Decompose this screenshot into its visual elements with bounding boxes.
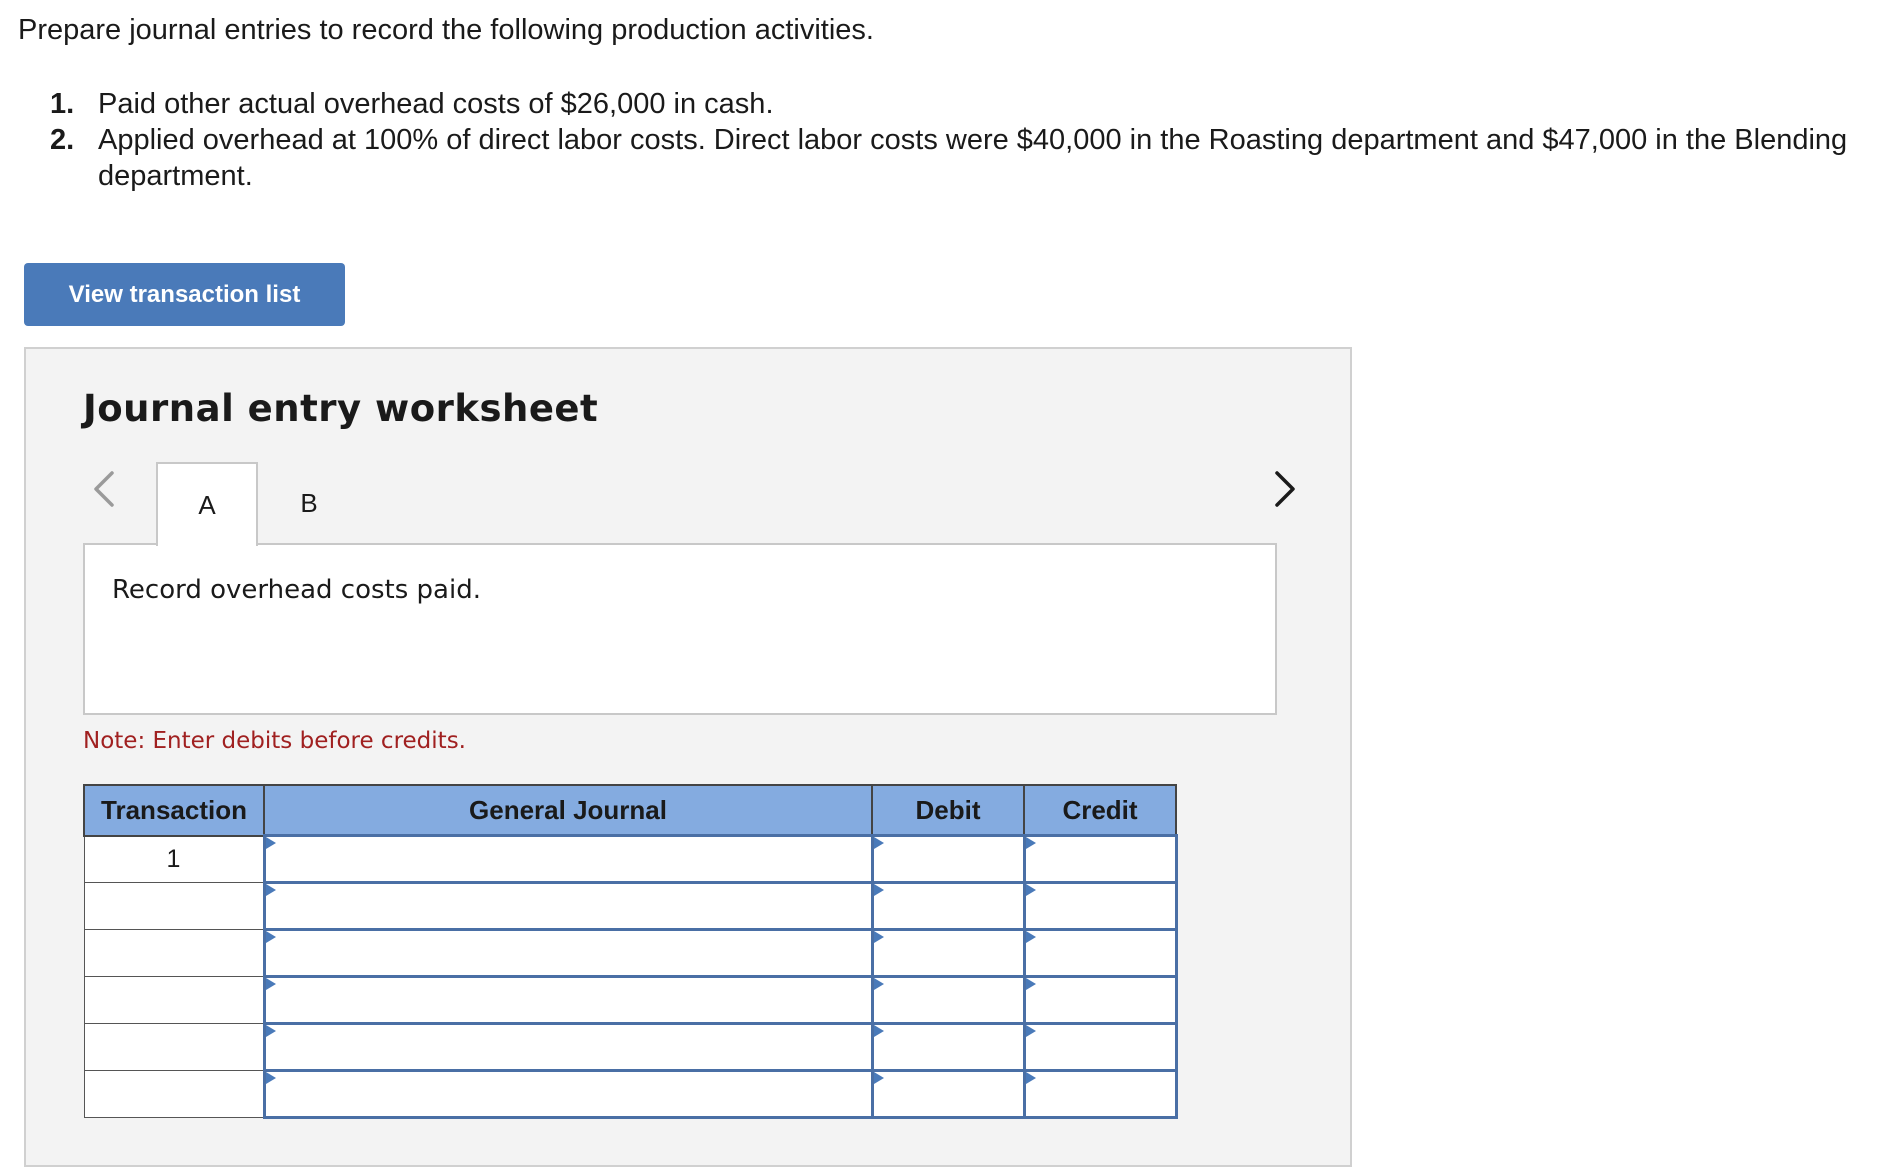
- transaction-cell: 1: [83, 835, 265, 883]
- debit-input[interactable]: [870, 834, 1026, 884]
- credit-input[interactable]: [1022, 1022, 1178, 1072]
- transaction-cell: [83, 976, 265, 1024]
- note-text: Note: Enter debits before credits.: [83, 728, 466, 754]
- journal-entry-worksheet: Journal entry worksheet A B Record overh…: [24, 347, 1352, 1167]
- problem-item: 2. Applied overhead at 100% of direct la…: [50, 122, 1880, 194]
- chevron-right-icon[interactable]: [1267, 467, 1303, 511]
- instructions-text: Prepare journal entries to record the fo…: [18, 14, 874, 46]
- credit-input[interactable]: [1022, 975, 1178, 1025]
- header-debit: Debit: [871, 784, 1025, 837]
- table-row: [83, 1069, 1178, 1119]
- debit-input[interactable]: [870, 928, 1026, 978]
- table-row: [83, 928, 1178, 978]
- problem-list: 1. Paid other actual overhead costs of $…: [50, 86, 1880, 194]
- journal-header-row: Transaction General Journal Debit Credit: [83, 784, 1177, 837]
- credit-input[interactable]: [1022, 1069, 1178, 1119]
- problem-number: 1.: [50, 88, 75, 120]
- general-journal-input[interactable]: [262, 975, 874, 1025]
- tab-a[interactable]: A: [156, 462, 258, 546]
- general-journal-input[interactable]: [262, 1022, 874, 1072]
- header-credit: Credit: [1023, 784, 1177, 837]
- transaction-cell: [83, 1070, 265, 1118]
- table-row: [83, 881, 1178, 931]
- general-journal-input[interactable]: [262, 881, 874, 931]
- transaction-cell: [83, 1023, 265, 1071]
- transaction-cell: [83, 882, 265, 930]
- transaction-description-box: Record overhead costs paid.: [83, 543, 1277, 715]
- journal-table: Transaction General Journal Debit Credit…: [83, 784, 1178, 1119]
- tab-b[interactable]: B: [284, 462, 334, 544]
- credit-input[interactable]: [1022, 881, 1178, 931]
- credit-input[interactable]: [1022, 834, 1178, 884]
- debit-input[interactable]: [870, 1022, 1026, 1072]
- problem-text: Paid other actual overhead costs of $26,…: [98, 88, 774, 120]
- general-journal-input[interactable]: [262, 834, 874, 884]
- general-journal-input[interactable]: [262, 1069, 874, 1119]
- problem-text: Applied overhead at 100% of direct labor…: [98, 124, 1848, 192]
- table-row: [83, 1022, 1178, 1072]
- table-row: [83, 975, 1178, 1025]
- problem-item: 1. Paid other actual overhead costs of $…: [50, 86, 1880, 122]
- transaction-cell: [83, 929, 265, 977]
- debit-input[interactable]: [870, 975, 1026, 1025]
- general-journal-input[interactable]: [262, 928, 874, 978]
- header-transaction: Transaction: [83, 784, 265, 837]
- credit-input[interactable]: [1022, 928, 1178, 978]
- debit-input[interactable]: [870, 881, 1026, 931]
- chevron-left-icon[interactable]: [86, 467, 122, 511]
- debit-input[interactable]: [870, 1069, 1026, 1119]
- problem-number: 2.: [50, 124, 75, 156]
- transaction-description: Record overhead costs paid.: [112, 575, 481, 605]
- header-general-journal: General Journal: [263, 784, 873, 837]
- view-transaction-list-button[interactable]: View transaction list: [24, 263, 345, 326]
- worksheet-title: Journal entry worksheet: [83, 387, 599, 430]
- table-row: 1: [83, 834, 1178, 884]
